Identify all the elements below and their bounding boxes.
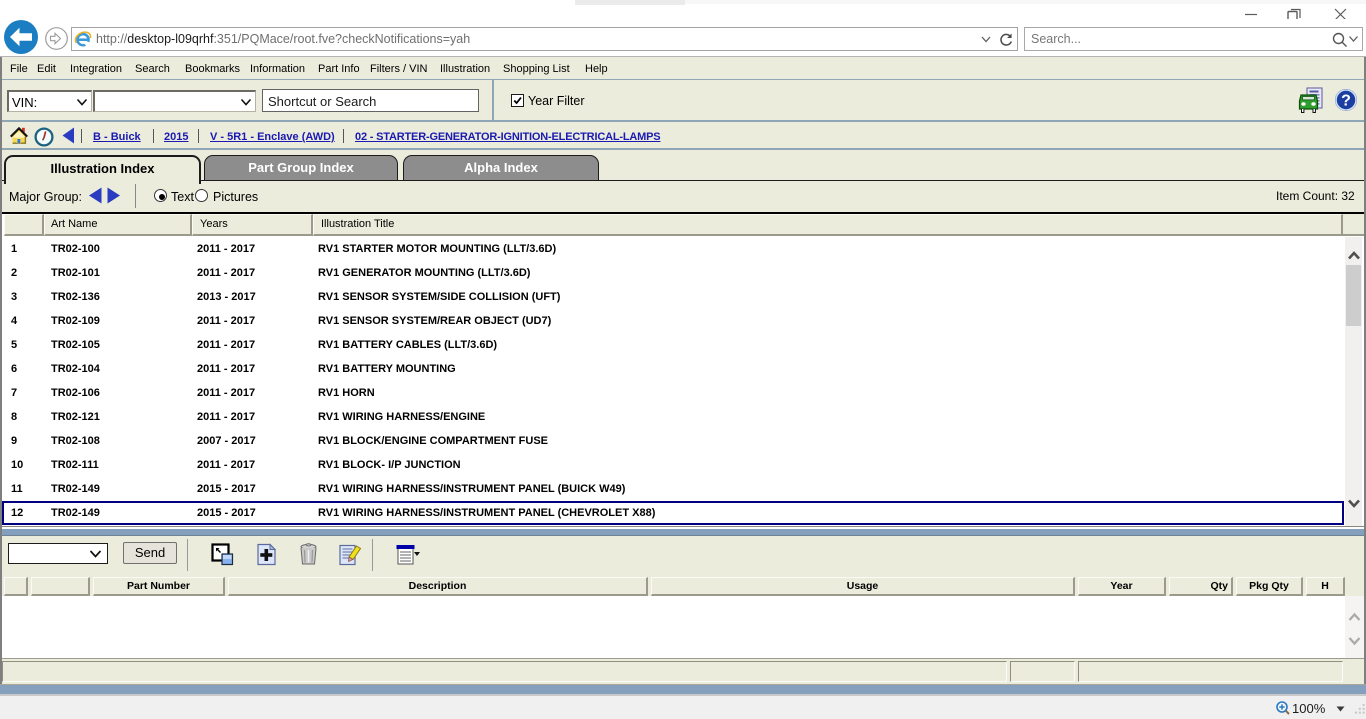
svg-text:?: ? (1341, 93, 1351, 110)
